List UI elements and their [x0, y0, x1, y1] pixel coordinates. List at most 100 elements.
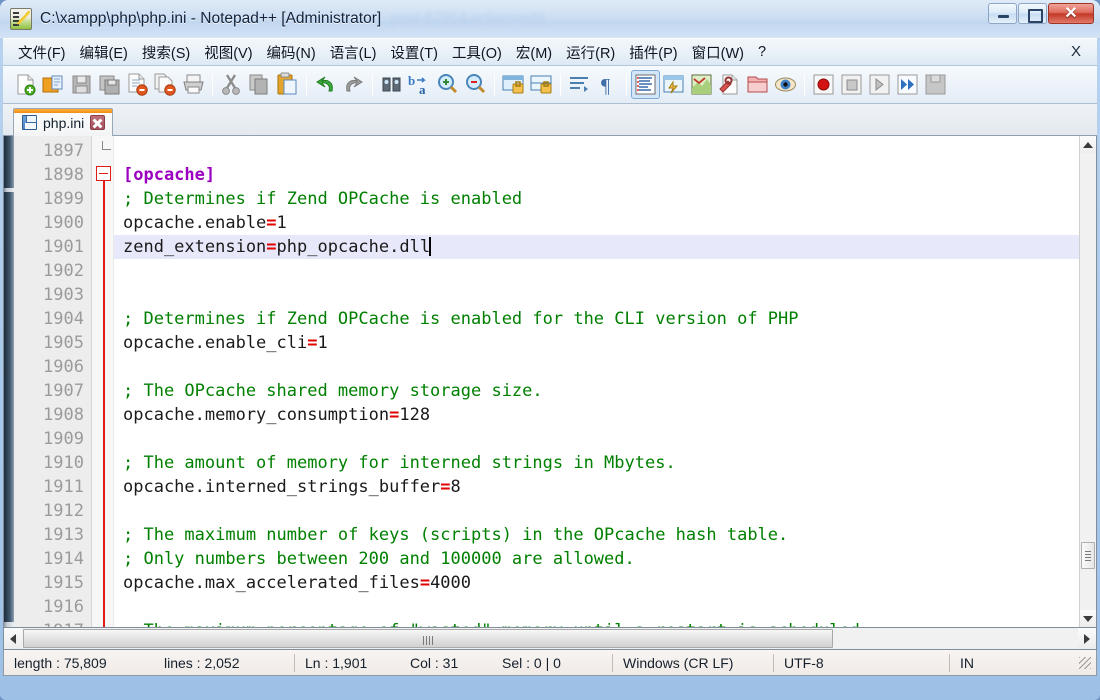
toolbar-separator	[626, 73, 627, 96]
menu-settings[interactable]: 设置(T)	[383, 39, 445, 66]
tab-php-ini[interactable]: php.ini	[13, 108, 114, 136]
code-line[interactable]: [opcache]	[114, 163, 1079, 187]
code-line[interactable]: ; The maximum number of keys (scripts) i…	[114, 523, 1079, 547]
close-document-button[interactable]: X	[1071, 43, 1081, 60]
close-file-icon[interactable]	[124, 71, 151, 98]
minimize-button[interactable]	[988, 3, 1017, 24]
code-line[interactable]: opcache.max_accelerated_files=4000	[114, 571, 1079, 595]
menu-tools[interactable]: 工具(O)	[445, 39, 509, 66]
scroll-left-icon[interactable]	[4, 628, 22, 649]
code-line[interactable]: ; Determines if Zend OPCache is enabled …	[114, 307, 1079, 331]
menu-run[interactable]: 运行(R)	[559, 39, 622, 66]
status-encoding[interactable]: UTF-8	[774, 650, 949, 675]
scroll-down-icon[interactable]	[1080, 610, 1096, 627]
horizontal-scroll-thumb[interactable]	[23, 629, 833, 648]
code-line[interactable]: opcache.enable=1	[114, 211, 1079, 235]
code-line[interactable]	[114, 139, 1079, 163]
copy-icon[interactable]	[246, 71, 273, 98]
code-line[interactable]: opcache.enable_cli=1	[114, 331, 1079, 355]
svg-text:b: b	[408, 73, 415, 88]
playback-icon[interactable]	[866, 71, 893, 98]
code-line[interactable]: ; The maximum percentage of "wasted" mem…	[114, 619, 1079, 627]
indent-guide-icon[interactable]	[631, 70, 660, 99]
status-eol[interactable]: Windows (CR LF)	[613, 650, 773, 675]
record-macro-icon[interactable]	[810, 71, 837, 98]
open-file-icon[interactable]	[40, 71, 67, 98]
code-line[interactable]	[114, 427, 1079, 451]
code-token-cmt: ; The OPcache shared memory storage size…	[123, 381, 543, 401]
undo-icon[interactable]	[312, 71, 339, 98]
code-line[interactable]	[114, 259, 1079, 283]
sync-horizontal-icon[interactable]	[528, 71, 555, 98]
document-map-icon[interactable]	[688, 71, 715, 98]
notepad-plus-plus-window: C:\xampp\php\php.ini - Notepad++ [Admini…	[0, 0, 1100, 700]
stop-record-icon[interactable]	[838, 71, 865, 98]
print-icon[interactable]	[180, 71, 207, 98]
close-button[interactable]: ✕	[1048, 3, 1094, 24]
menu-plugins[interactable]: 插件(P)	[622, 39, 684, 66]
menu-edit[interactable]: 编辑(E)	[73, 39, 135, 66]
cut-icon[interactable]	[218, 71, 245, 98]
zoom-in-icon[interactable]	[434, 71, 461, 98]
menu-file[interactable]: 文件(F)	[11, 39, 73, 66]
status-col: Col : 31	[410, 654, 459, 671]
status-insert-mode[interactable]: IN	[950, 650, 984, 675]
bookmark-margin[interactable]	[4, 136, 14, 627]
folder-as-workspace-icon[interactable]	[744, 71, 771, 98]
new-file-icon[interactable]	[12, 71, 39, 98]
vertical-scroll-thumb[interactable]	[1081, 542, 1095, 569]
close-all-icon[interactable]	[152, 71, 179, 98]
fold-collapse-icon[interactable]	[96, 166, 111, 181]
menu-bar: 文件(F) 编辑(E) 搜索(S) 视图(V) 编码(N) 语言(L) 设置(T…	[3, 38, 1097, 66]
code-line[interactable]: zend_extension=php_opcache.dll	[114, 235, 1079, 259]
code-line[interactable]	[114, 595, 1079, 619]
find-icon[interactable]	[378, 71, 405, 98]
close-tab-icon[interactable]	[90, 115, 106, 130]
code-content[interactable]: [opcache] ; Determines if Zend OPCache is…	[114, 136, 1079, 627]
code-line[interactable]: ; The amount of memory for interned stri…	[114, 451, 1079, 475]
word-wrap-icon[interactable]	[566, 71, 593, 98]
zoom-out-icon[interactable]	[462, 71, 489, 98]
menu-help[interactable]: ?	[751, 41, 773, 63]
code-line[interactable]: ; Determines if Zend OPCache is enabled	[114, 187, 1079, 211]
code-line[interactable]: opcache.memory_consumption=128	[114, 403, 1079, 427]
saved-floppy-icon	[22, 115, 37, 130]
menu-encoding[interactable]: 编码(N)	[260, 39, 323, 66]
scroll-right-icon[interactable]	[1078, 628, 1096, 649]
line-number: 1910	[43, 453, 84, 473]
save-icon[interactable]	[68, 71, 95, 98]
vertical-scrollbar[interactable]	[1079, 136, 1096, 627]
title-bar: C:\xampp\php\php.ini - Notepad++ [Admini…	[0, 0, 1100, 38]
run-multiple-icon[interactable]	[894, 71, 921, 98]
code-line[interactable]: ; The OPcache shared memory storage size…	[114, 379, 1079, 403]
code-line[interactable]	[114, 283, 1079, 307]
code-line[interactable]	[114, 499, 1079, 523]
resize-grip-icon[interactable]	[1077, 655, 1093, 671]
line-number: 1907	[43, 381, 84, 401]
menu-window[interactable]: 窗口(W)	[685, 39, 751, 66]
fold-line	[103, 181, 105, 627]
line-number: 1897	[43, 141, 84, 161]
redo-icon[interactable]	[340, 71, 367, 98]
fold-margin[interactable]	[92, 136, 114, 627]
preview-icon[interactable]	[772, 71, 799, 98]
maximize-button[interactable]	[1018, 3, 1047, 24]
user-defined-dialog-icon[interactable]	[660, 71, 687, 98]
save-all-icon[interactable]	[96, 71, 123, 98]
code-line[interactable]: opcache.interned_strings_buffer=8	[114, 475, 1079, 499]
menu-macro[interactable]: 宏(M)	[509, 39, 559, 66]
replace-icon[interactable]: b a	[406, 71, 433, 98]
menu-language[interactable]: 语言(L)	[323, 39, 384, 66]
code-line[interactable]	[114, 355, 1079, 379]
show-all-chars-icon[interactable]: ¶	[594, 71, 621, 98]
paste-icon[interactable]	[274, 71, 301, 98]
save-macro-icon[interactable]	[922, 71, 949, 98]
function-list-icon[interactable]	[716, 71, 743, 98]
code-line[interactable]: ; Only numbers between 200 and 100000 ar…	[114, 547, 1079, 571]
sync-vertical-icon[interactable]	[500, 71, 527, 98]
scroll-up-icon[interactable]	[1080, 136, 1096, 153]
toolbar-separator	[306, 73, 307, 96]
menu-view[interactable]: 视图(V)	[197, 39, 259, 66]
menu-search[interactable]: 搜索(S)	[135, 39, 197, 66]
horizontal-scrollbar[interactable]	[3, 628, 1097, 650]
